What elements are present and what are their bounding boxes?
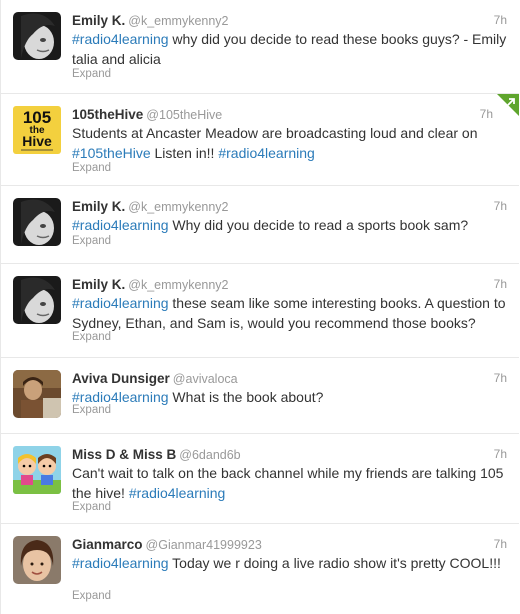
tweet-timestamp[interactable]: 7h: [494, 447, 507, 461]
hashtag-link[interactable]: #radio4learning: [72, 217, 169, 233]
tweet-header: 105theHive @105theHive 7h: [72, 106, 507, 124]
expand-link[interactable]: Expand: [72, 590, 111, 602]
svg-text:Hive: Hive: [22, 133, 52, 149]
author-handle[interactable]: @Gianmar41999923: [146, 538, 262, 552]
tweet-text: #radio4learning Why did you decide to re…: [72, 216, 507, 236]
author-handle[interactable]: @6dand6b: [179, 448, 240, 462]
author-handle[interactable]: @k_emmykenny2: [128, 14, 228, 28]
author-name[interactable]: Emily K.: [72, 13, 125, 28]
tweet-text: #radio4learning Today we r doing a live …: [72, 554, 507, 574]
emily-avatar-icon[interactable]: [13, 12, 61, 60]
author-handle[interactable]: @105theHive: [146, 108, 222, 122]
tweet-timeline: Emily K. @k_emmykenny2 7h #radio4learning…: [0, 0, 519, 614]
hashtag-link[interactable]: #105theHive: [72, 145, 151, 161]
tweet-body: What is the book about?: [168, 389, 324, 405]
tweet-timestamp[interactable]: 7h: [494, 277, 507, 291]
tweet-body: Students at Ancaster Meadow are broadcas…: [72, 125, 478, 141]
tweet-header: Emily K. @k_emmykenny2 7h: [72, 198, 507, 216]
author-name[interactable]: Aviva Dunsiger: [72, 371, 170, 386]
tweet-body: Why did you decide to read a sports book…: [168, 217, 469, 233]
hashtag-link[interactable]: #radio4learning: [72, 389, 169, 405]
tweet-header: Emily K. @k_emmykenny2 7h: [72, 276, 507, 294]
author-name[interactable]: Emily K.: [72, 199, 125, 214]
tweet-item[interactable]: Gianmarco @Gianmar41999923 7h #radio4lear…: [1, 524, 519, 614]
tweet-item[interactable]: Emily K. @k_emmykenny2 7h #radio4learning…: [1, 186, 519, 264]
tweet-header: Aviva Dunsiger @avivaloca 7h: [72, 370, 507, 388]
tweet-header: Gianmarco @Gianmar41999923 7h: [72, 536, 507, 554]
cartoon-avatar-icon[interactable]: [13, 446, 61, 494]
hive-logo-icon[interactable]: 105 the Hive: [13, 106, 61, 154]
tweet-item[interactable]: Aviva Dunsiger @avivaloca 7h #radio4learn…: [1, 358, 519, 434]
tweet-item[interactable]: Emily K. @k_emmykenny2 7h #radio4learning…: [1, 264, 519, 358]
tweet-item[interactable]: Miss D & Miss B @6dand6b 7h Can't wait to…: [1, 434, 519, 524]
author-name[interactable]: Gianmarco: [72, 537, 143, 552]
expand-link[interactable]: Expand: [72, 331, 111, 343]
hashtag-link[interactable]: #radio4learning: [218, 145, 315, 161]
tweet-body: Today we r doing a live radio show it's …: [168, 555, 501, 571]
expand-link[interactable]: Expand: [72, 162, 111, 174]
tweet-timestamp[interactable]: 7h: [494, 13, 507, 27]
tweet-timestamp[interactable]: 7h: [494, 537, 507, 551]
author-name[interactable]: Emily K.: [72, 277, 125, 292]
tweet-timestamp[interactable]: 7h: [480, 107, 493, 121]
author-handle[interactable]: @avivaloca: [173, 372, 238, 386]
expand-link[interactable]: Expand: [72, 404, 111, 416]
expand-link[interactable]: Expand: [72, 235, 111, 247]
tweet-text: #radio4learning why did you decide to re…: [72, 30, 507, 69]
tweet-text: Students at Ancaster Meadow are broadcas…: [72, 124, 507, 163]
hashtag-link[interactable]: #radio4learning: [72, 295, 169, 311]
tweet-timestamp[interactable]: 7h: [494, 199, 507, 213]
tweet-item[interactable]: Emily K. @k_emmykenny2 7h #radio4learning…: [1, 0, 519, 94]
tweet-timestamp[interactable]: 7h: [494, 371, 507, 385]
author-handle[interactable]: @k_emmykenny2: [128, 200, 228, 214]
emily-avatar-icon[interactable]: [13, 198, 61, 246]
tweet-header: Miss D & Miss B @6dand6b 7h: [72, 446, 507, 464]
tweet-text: #radio4learning these seam like some int…: [72, 294, 507, 333]
hashtag-link[interactable]: #radio4learning: [72, 555, 169, 571]
aviva-avatar-icon[interactable]: [13, 370, 61, 418]
tweet-body: Listen in!!: [150, 144, 219, 161]
tweet-text: #radio4learning What is the book about?: [72, 388, 507, 408]
tweet-item[interactable]: 105 the Hive 105theHive @105theHive 7h St…: [1, 94, 519, 186]
tweet-text: Can't wait to talk on the back channel w…: [72, 464, 507, 503]
tweet-header: Emily K. @k_emmykenny2 7h: [72, 12, 507, 30]
author-name[interactable]: Miss D & Miss B: [72, 447, 176, 462]
hashtag-link[interactable]: #radio4learning: [72, 31, 169, 47]
author-name[interactable]: 105theHive: [72, 107, 143, 122]
hashtag-link[interactable]: #radio4learning: [129, 485, 226, 501]
expand-link[interactable]: Expand: [72, 501, 111, 513]
expand-link[interactable]: Expand: [72, 68, 111, 80]
gianmarco-avatar-icon[interactable]: [13, 536, 61, 584]
emily-avatar-icon[interactable]: [13, 276, 61, 324]
author-handle[interactable]: @k_emmykenny2: [128, 278, 228, 292]
